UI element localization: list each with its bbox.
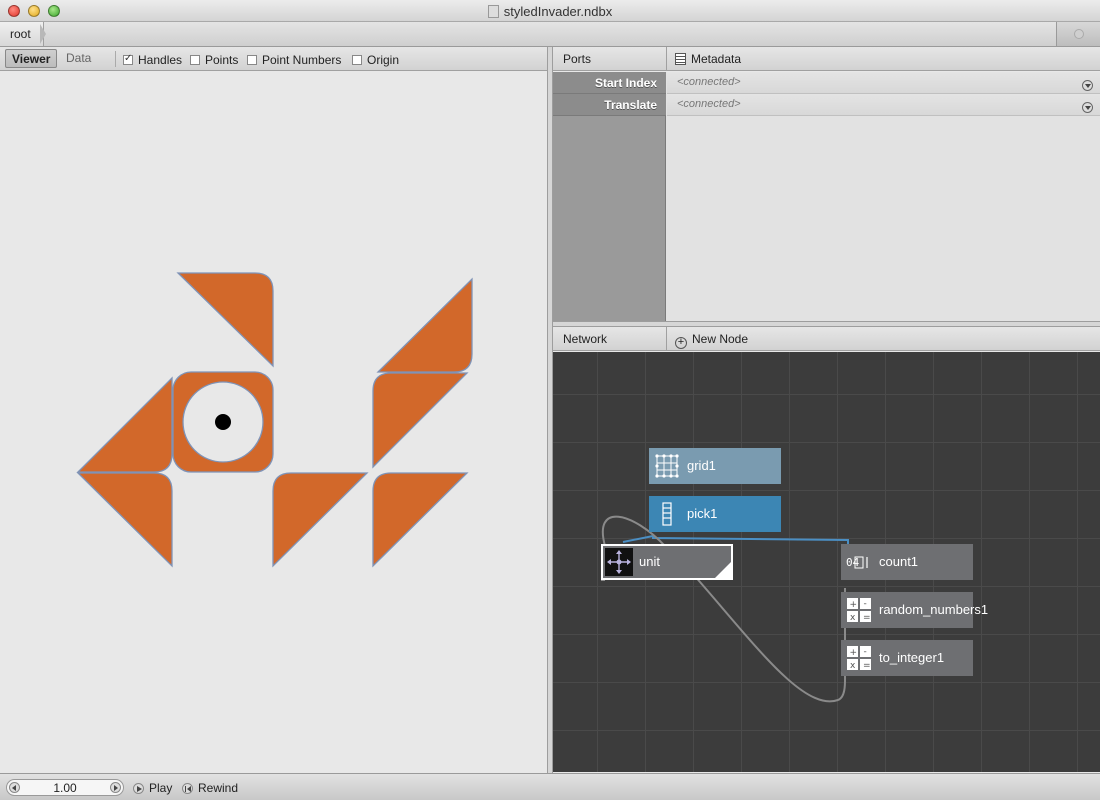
viewer-canvas[interactable]: [0, 72, 547, 772]
status-bar: 1.00 Play Rewind: [0, 773, 1100, 800]
grid-icon: [655, 454, 679, 478]
count-icon: 04: [846, 556, 868, 569]
svg-text:+: +: [850, 648, 858, 658]
ports-title: Ports: [563, 52, 592, 66]
connection-line: [692, 573, 847, 703]
breadcrumb-root[interactable]: root: [0, 22, 44, 46]
frame-value[interactable]: 1.00: [7, 781, 123, 795]
metadata-icon: [675, 53, 686, 65]
svg-text:-: -: [864, 647, 867, 657]
breadcrumb-separator-icon: [40, 24, 46, 44]
node-unit[interactable]: unit: [601, 544, 733, 580]
rewind-icon: [182, 783, 193, 794]
port-value[interactable]: <connected>: [667, 72, 1100, 94]
shape-triangle: [76, 376, 173, 473]
math-icon: + -x =: [847, 646, 871, 671]
tab-data[interactable]: Data: [60, 49, 97, 68]
toolbar-divider: [115, 51, 116, 67]
pick-icon: [662, 502, 672, 526]
port-menu-icon[interactable]: [1082, 102, 1093, 113]
header-divider: [666, 327, 667, 351]
svg-text:x: x: [850, 613, 856, 623]
point-numbers-checkbox[interactable]: Point Numbers: [247, 53, 341, 67]
shape-triangle: [372, 372, 469, 469]
title-bar: styledInvader.ndbx: [0, 0, 1100, 22]
ports-panel: Start Index <connected> Translate <conne…: [553, 72, 1100, 321]
network-canvas[interactable]: grid1 pick1 unit 04 count1 + - x = rando…: [553, 352, 1100, 772]
svg-text:+: +: [850, 600, 858, 610]
origin-checkbox[interactable]: Origin: [352, 53, 399, 67]
shape-triangle: [376, 277, 473, 373]
node-pick1[interactable]: pick1: [649, 496, 781, 532]
tab-viewer[interactable]: Viewer: [5, 49, 58, 68]
translate-icon: [605, 548, 633, 576]
checkbox-icon: [352, 55, 362, 65]
connection-line: [652, 536, 849, 544]
port-name: Translate: [553, 94, 666, 116]
node-count1[interactable]: 04 count1: [841, 544, 973, 580]
shape-triangle: [372, 472, 469, 568]
port-value[interactable]: <connected>: [667, 94, 1100, 116]
handles-checkbox[interactable]: Handles: [123, 53, 182, 67]
network-title: Network: [563, 332, 608, 346]
checkbox-checked-icon: [123, 53, 133, 65]
rewind-button[interactable]: Rewind: [182, 781, 238, 795]
metadata-button[interactable]: Metadata: [675, 52, 741, 66]
plus-icon: +: [675, 337, 687, 349]
node-input-ports: [841, 589, 893, 601]
breadcrumb-action-button[interactable]: [1056, 22, 1100, 46]
node-random-numbers1[interactable]: + - x = random_numbers1: [841, 589, 988, 628]
rendered-flag-icon: [715, 562, 731, 578]
breadcrumb: root: [0, 22, 1100, 47]
svg-text:-: -: [864, 599, 867, 609]
circle-icon: [1074, 29, 1084, 39]
checkbox-icon: [247, 55, 257, 65]
port-row-translate: Translate <connected>: [553, 94, 1100, 116]
node-label: grid1: [687, 458, 716, 473]
port-menu-icon[interactable]: [1082, 80, 1093, 91]
port-row-start-index: Start Index <connected>: [553, 72, 1100, 94]
svg-text:=: =: [863, 661, 871, 671]
math-icon: + -x =: [847, 598, 871, 623]
node-input-ports: [649, 493, 688, 505]
connection-line: [622, 535, 654, 543]
node-label: to_integer1: [879, 650, 945, 665]
node-label: count1: [879, 554, 919, 569]
header-divider: [666, 47, 667, 71]
eye-pupil: [215, 414, 231, 430]
ports-header: Ports Metadata: [553, 47, 1100, 71]
network-header: Network + New Node: [553, 327, 1100, 351]
frame-increment-icon[interactable]: [110, 782, 121, 793]
svg-text:x: x: [850, 661, 856, 671]
play-button[interactable]: Play: [133, 781, 172, 795]
invader-graphic: [76, 272, 473, 568]
node-to-integer1[interactable]: + - x = to_integer1: [841, 640, 973, 676]
shape-triangle: [76, 472, 173, 568]
svg-text:04: 04: [846, 556, 860, 569]
svg-text:=: =: [863, 613, 871, 623]
shape-triangle: [176, 272, 274, 368]
node-input-ports: [649, 445, 740, 457]
node-label: random_numbers1: [879, 602, 989, 617]
node-label: unit: [639, 554, 660, 569]
node-grid1[interactable]: grid1: [649, 448, 781, 484]
viewer-toolbar: Viewer Data Handles Points Point Numbers…: [0, 47, 547, 71]
play-icon: [133, 783, 144, 794]
port-name: Start Index: [553, 72, 666, 94]
new-node-button[interactable]: + New Node: [675, 332, 748, 349]
document-icon: [487, 5, 499, 18]
checkbox-icon: [190, 55, 200, 65]
shape-triangle: [272, 472, 369, 568]
node-label: pick1: [687, 506, 718, 521]
window-title: styledInvader.ndbx: [0, 4, 1100, 19]
frame-stepper[interactable]: 1.00: [6, 779, 124, 796]
points-checkbox[interactable]: Points: [190, 53, 238, 67]
